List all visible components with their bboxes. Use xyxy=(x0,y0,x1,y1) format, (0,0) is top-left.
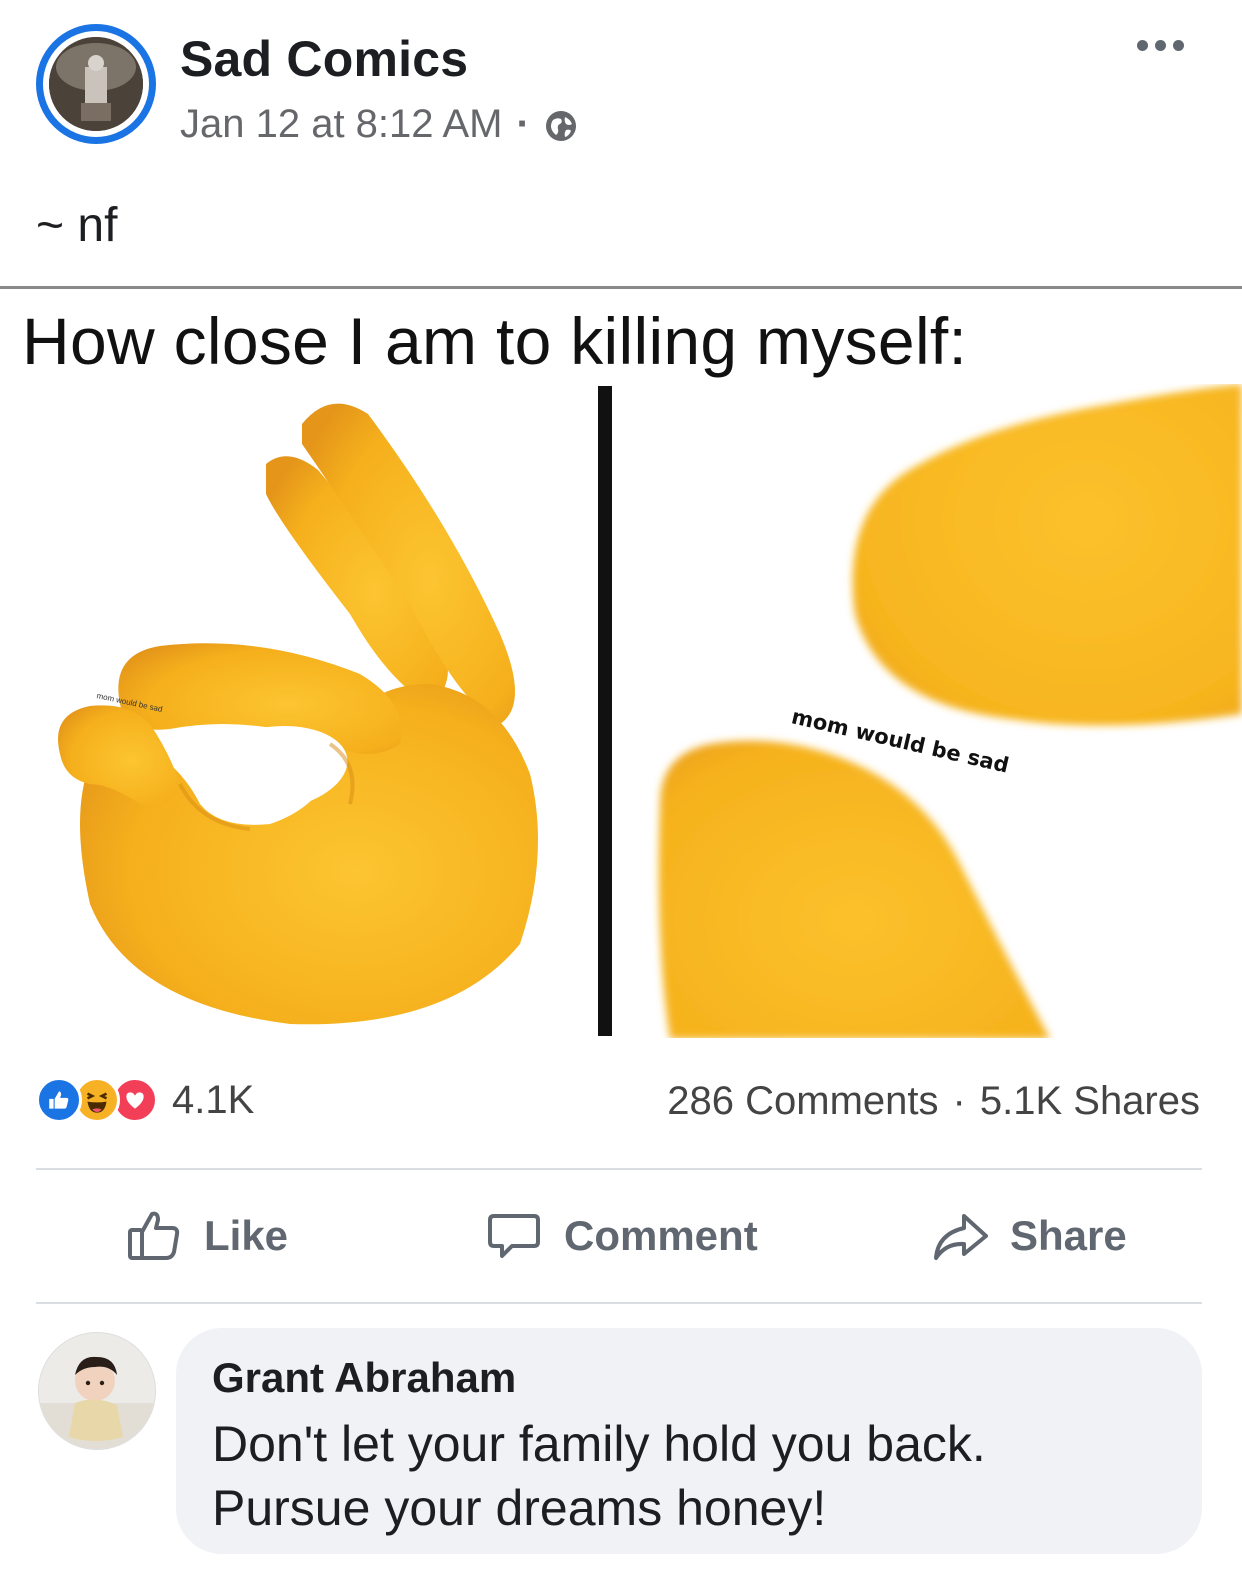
like-icon xyxy=(128,1211,180,1260)
more-options-icon[interactable] xyxy=(1137,40,1184,51)
post-timestamp[interactable]: Jan 12 at 8:12 AM xyxy=(180,102,502,147)
share-button[interactable]: Share xyxy=(930,1206,1127,1266)
page-avatar[interactable] xyxy=(36,24,156,144)
comment-text: Don't let your family hold you back. Pur… xyxy=(212,1412,1172,1540)
meta-separator: · xyxy=(516,102,530,146)
comment-label: Comment xyxy=(564,1212,758,1259)
engagement-stats: 4.1K 286 Comments · 5.1K Shares xyxy=(0,1065,1242,1145)
share-icon xyxy=(934,1214,988,1260)
globe-icon xyxy=(544,108,578,142)
like-label: Like xyxy=(204,1212,289,1259)
page-name[interactable]: Sad Comics xyxy=(180,30,468,88)
divider-bottom xyxy=(36,1302,1202,1304)
comment-line-1: Don't let your family hold you back. xyxy=(212,1416,986,1472)
comment-line-2: Pursue your dreams honey! xyxy=(212,1480,827,1536)
zoomed-finger-gap xyxy=(630,384,1242,1038)
ok-hand-emoji xyxy=(30,384,590,1038)
meme-divider xyxy=(598,386,612,1036)
like-reaction-icon xyxy=(36,1077,82,1123)
meme-title: How close I am to killing myself: xyxy=(22,304,968,378)
commenter-name[interactable]: Grant Abraham xyxy=(212,1354,516,1402)
comment-icon xyxy=(488,1214,540,1258)
post-caption: ~ nf xyxy=(36,199,118,252)
divider-top xyxy=(36,1168,1202,1170)
post-meta: Jan 12 at 8:12 AM · xyxy=(180,102,578,147)
comment-bubble[interactable]: Grant Abraham Don't let your family hold… xyxy=(176,1328,1202,1554)
reaction-count: 4.1K xyxy=(172,1077,255,1122)
stats-separator: · xyxy=(952,1079,966,1123)
comment-button[interactable]: Comment xyxy=(484,1206,758,1266)
post-image[interactable]: How close I am to killing myself: mom wo… xyxy=(0,286,1242,1038)
share-count[interactable]: 5.1K Shares xyxy=(980,1079,1200,1124)
comment-item: Grant Abraham Don't let your family hold… xyxy=(0,1326,1242,1574)
action-bar: Like Comment Share xyxy=(0,1172,1242,1302)
post-header: Sad Comics Jan 12 at 8:12 AM · xyxy=(0,0,1242,180)
commenter-avatar[interactable] xyxy=(38,1332,156,1450)
reactions-summary[interactable]: 4.1K xyxy=(36,1077,254,1123)
comments-shares-summary: 286 Comments · 5.1K Shares xyxy=(667,1079,1200,1124)
page-avatar-image xyxy=(49,37,143,131)
comment-count[interactable]: 286 Comments xyxy=(667,1079,938,1124)
share-label: Share xyxy=(1010,1212,1127,1259)
like-button[interactable]: Like xyxy=(124,1206,288,1266)
